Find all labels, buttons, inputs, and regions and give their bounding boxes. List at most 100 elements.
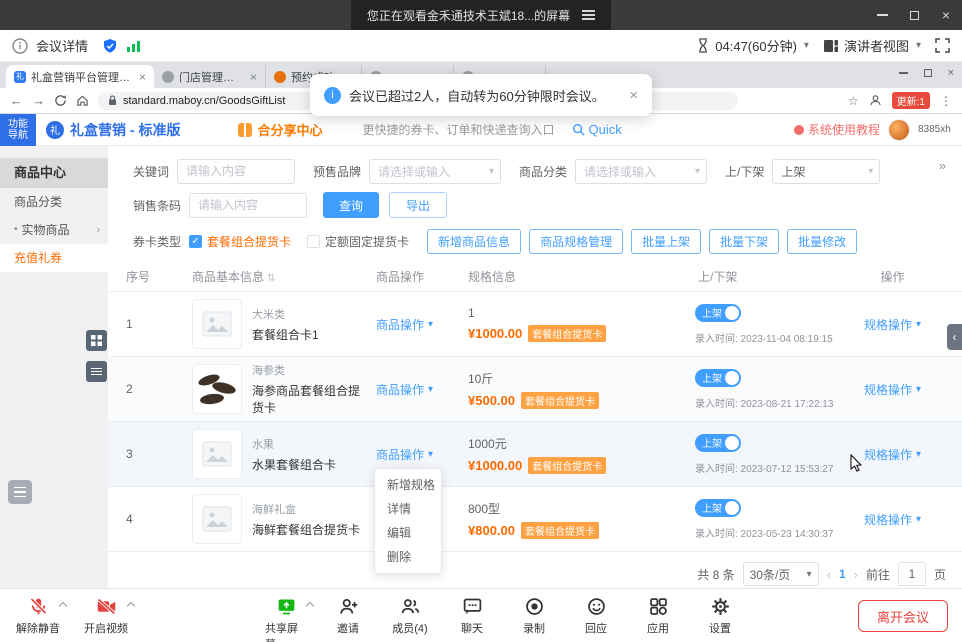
avatar[interactable] [888,119,910,141]
bookmark-star-icon[interactable]: ☆ [848,94,859,108]
tab-close-icon[interactable]: × [139,70,146,84]
product-action-link[interactable]: 商品操作▾ [376,381,433,398]
site-logo[interactable]: 礼 礼盒营销 - 标准版 [46,120,180,140]
product-action-link[interactable]: 商品操作▾ [376,316,433,333]
goto-page-input[interactable] [898,562,926,586]
page-size-select[interactable]: 30条/页 ▾ [743,562,819,586]
info-icon [12,38,28,54]
menu-item-delete[interactable]: 删除 [375,545,441,569]
members-button[interactable]: 成员(4) [389,596,431,642]
browser-update-badge[interactable]: 更新:1 [892,92,930,109]
menu-item-detail[interactable]: 详情 [375,497,441,521]
browser-tab[interactable]: 门店管理中心 × [154,65,266,88]
reaction-button[interactable]: 回应 [575,596,617,642]
start-video-button[interactable]: 开启视频 [84,596,128,636]
fixed-card-checkbox-label[interactable]: 定额固定提货卡 [325,233,409,250]
search-button[interactable]: 查询 [323,192,379,218]
export-button[interactable]: 导出 [389,192,447,218]
shared-browser-window: 礼 礼盒营销平台管理中心 × 门店管理中心 × 预约成功 × × ← [0,62,962,588]
sidebar-widget-icon[interactable] [8,480,32,504]
toast-text: 会议已超过2人，自动转为60分钟限时会议。 [349,86,605,105]
refresh-icon[interactable] [54,94,67,107]
spec-manage-button[interactable]: 商品规格管理 [529,229,623,254]
barcode-input[interactable] [189,193,307,218]
category-select[interactable]: 请选择或输入 ▾ [575,159,707,184]
invite-button[interactable]: 邀请 [327,596,369,642]
pagination: 共 8 条 30条/页 ▾ ‹ 1 › 前往 页 [108,562,962,586]
security-shield-icon[interactable] [102,38,118,54]
spec-action-link[interactable]: 规格操作▾ [864,316,921,333]
banner-menu-icon[interactable] [582,8,595,23]
shelf-toggle[interactable]: 上架 [695,369,741,387]
batch-edit-button[interactable]: 批量修改 [787,229,857,254]
record-button[interactable]: 录制 [513,596,555,642]
browser-close-icon[interactable]: × [948,67,954,79]
video-options-chevron[interactable] [127,602,135,610]
combo-card-checkbox[interactable]: ✓ [189,235,202,248]
float-menu-icon[interactable] [86,361,107,382]
screen-share-text: 您正在观看金禾通技术王斌18...的屏幕 [367,7,570,24]
sidebar-item-recharge-coupon[interactable]: 充值礼券 [0,244,108,272]
settings-button[interactable]: 设置 [699,596,741,642]
combo-card-checkbox-label[interactable]: 套餐组合提货卡 [207,233,291,250]
browser-menu-icon[interactable]: ⋮ [940,94,952,108]
chat-button[interactable]: 聊天 [451,596,493,642]
collapse-filters-icon[interactable]: » [939,158,946,173]
fullscreen-icon[interactable] [935,38,950,53]
browser-minimize-icon[interactable] [899,72,908,73]
add-goods-button[interactable]: 新增商品信息 [427,229,521,254]
username: 8385xh [918,124,952,135]
current-page[interactable]: 1 [839,567,846,581]
float-grid-icon[interactable] [86,330,107,351]
fixed-card-checkbox[interactable] [307,235,320,248]
product-action-link-open[interactable]: 商品操作▾ [376,446,433,463]
shelf-toggle[interactable]: 上架 [695,304,741,322]
shelf-select[interactable]: 上架 ▾ [772,159,880,184]
leave-meeting-button[interactable]: 离开会议 [858,600,948,632]
brand-select[interactable]: 请选择或输入 ▾ [369,159,501,184]
toast-close-icon[interactable]: × [629,87,638,104]
spec-action-link[interactable]: 规格操作▾ [864,511,921,528]
shelf-toggle[interactable]: 上架 [695,499,741,517]
browser-tab-active[interactable]: 礼 礼盒营销平台管理中心 × [6,65,154,88]
share-screen-button[interactable]: 共享屏幕 [265,596,307,642]
logo-icon: 礼 [46,121,64,139]
batch-off-shelf-button[interactable]: 批量下架 [709,229,779,254]
tab-close-icon[interactable]: × [250,70,257,84]
sidebar-item-physical-goods[interactable]: • 实物商品 › [0,216,108,244]
profile-icon[interactable] [869,94,882,107]
shelf-toggle[interactable]: 上架 [695,434,741,452]
back-icon[interactable]: ← [10,93,23,108]
share-center-link[interactable]: 合分享中心 [238,120,322,139]
meeting-detail-link[interactable]: 会议详情 [36,36,88,55]
tutorial-link[interactable]: 系统使用教程 [794,121,880,138]
card-type-tag: 套餐组合提货卡 [528,457,606,474]
browser-maximize-icon[interactable] [924,69,932,77]
home-icon[interactable] [76,94,89,107]
menu-item-edit[interactable]: 编辑 [375,521,441,545]
quick-search-link[interactable]: Quick [572,122,621,137]
sidebar-item-goods-category[interactable]: 商品分类 [0,188,108,216]
maximize-button[interactable] [898,0,930,30]
forward-icon[interactable]: → [32,93,45,108]
quick-hint-text: 更快捷的券卡、订单和快递查询入口 [362,121,554,138]
network-signal-icon[interactable] [126,39,141,53]
spec-action-link[interactable]: 规格操作▾ [864,446,921,463]
mic-options-chevron[interactable] [59,602,67,610]
view-mode-switch[interactable]: 演讲者视图 ▾ [823,36,921,55]
share-options-chevron[interactable] [306,602,314,610]
close-button[interactable]: × [930,0,962,30]
keyword-input[interactable] [177,159,295,184]
next-page-icon[interactable]: › [854,567,858,582]
minimize-button[interactable] [866,0,898,30]
panel-collapse-tab[interactable]: ‹ [947,324,962,350]
sort-icon[interactable]: ⇅ [267,273,275,284]
unmute-button[interactable]: 解除静音 [16,596,60,636]
function-nav-button[interactable]: 功能 导航 [0,114,36,146]
prev-page-icon[interactable]: ‹ [827,567,831,582]
batch-on-shelf-button[interactable]: 批量上架 [631,229,701,254]
apps-button[interactable]: 应用 [637,596,679,642]
menu-item-add-spec[interactable]: 新增规格 [375,473,441,497]
spec-action-link[interactable]: 规格操作▾ [864,381,921,398]
meeting-timer[interactable]: 04:47(60分钟) ▾ [696,36,809,55]
